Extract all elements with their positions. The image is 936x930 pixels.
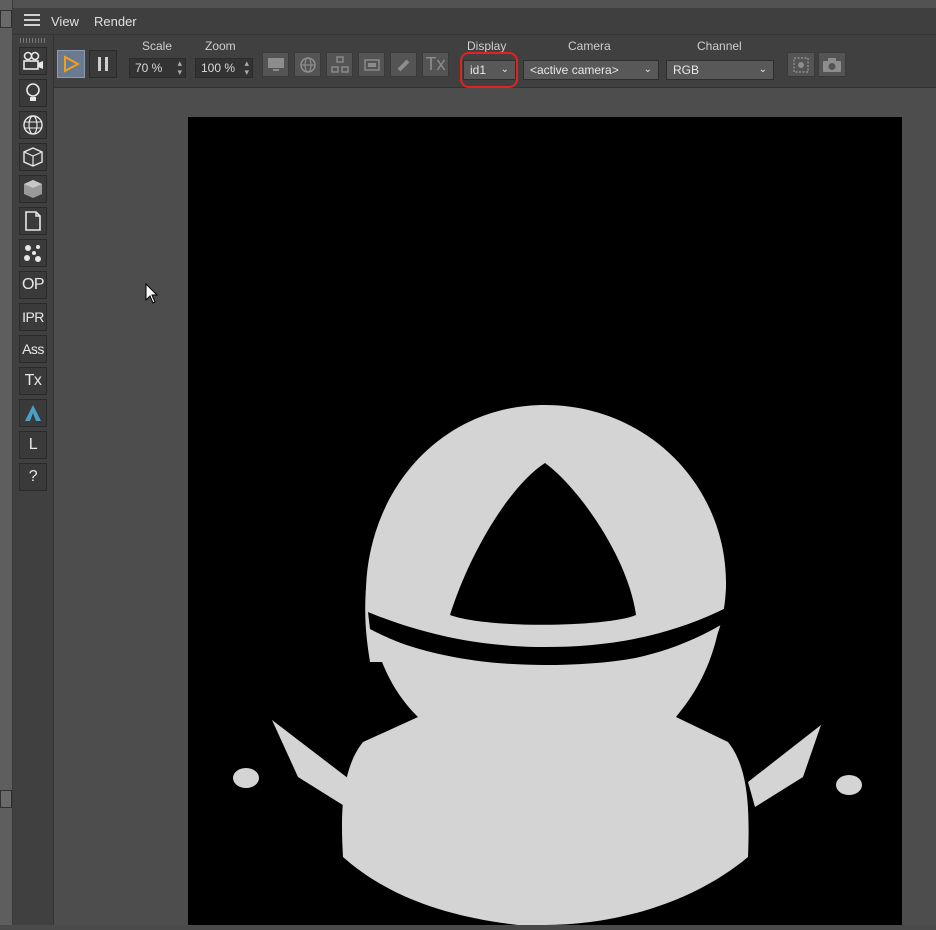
- hierarchy-button[interactable]: [326, 52, 353, 77]
- highlight-annotation: [460, 52, 518, 88]
- zoom-value: 100 %: [201, 61, 236, 75]
- arnold-logo-icon: [25, 405, 41, 421]
- hierarchy-icon: [330, 55, 349, 73]
- render-region-button[interactable]: [787, 52, 815, 77]
- dots-icon: [24, 245, 41, 262]
- scale-label: Scale: [142, 39, 173, 53]
- ass-tool[interactable]: Ass: [19, 335, 47, 363]
- movie-camera-icon: [23, 51, 43, 70]
- channel-select[interactable]: RGB ⌄: [666, 60, 774, 80]
- lightbulb-icon: [26, 83, 40, 101]
- object-tool[interactable]: [19, 143, 47, 171]
- l-tool[interactable]: L: [19, 431, 47, 459]
- window-top-edge: [0, 0, 936, 8]
- pause-icon: [98, 57, 108, 71]
- channel-label: Channel: [697, 39, 742, 53]
- ipr-camera-tool[interactable]: [19, 47, 47, 75]
- panel-edge-marker: [0, 10, 12, 28]
- snapshot-button[interactable]: [818, 52, 846, 77]
- camera-icon: [823, 57, 841, 72]
- camera-select[interactable]: <active camera> ⌄: [523, 60, 659, 80]
- scatter-tool[interactable]: [19, 239, 47, 267]
- light-tool[interactable]: [19, 79, 47, 107]
- channel-value: RGB: [673, 63, 700, 77]
- wire-cube-icon: [23, 147, 43, 167]
- tx-button[interactable]: Tx: [422, 52, 449, 77]
- chevron-down-icon: ⌄: [643, 64, 652, 75]
- display-label: Display: [467, 39, 507, 53]
- globe-icon: [23, 115, 43, 135]
- left-panel-edge: [0, 0, 13, 925]
- operator-tool[interactable]: OP: [19, 271, 47, 299]
- gear-frame-icon: [793, 56, 809, 73]
- monitor-icon: [267, 57, 284, 71]
- scale-value: 70 %: [135, 61, 163, 75]
- tx-tool[interactable]: Tx: [19, 367, 47, 395]
- pause-render-button[interactable]: [89, 50, 117, 78]
- globe-button[interactable]: [294, 52, 321, 77]
- eyedropper-icon: [397, 59, 409, 71]
- globe-icon: [299, 56, 316, 73]
- procedural-tool[interactable]: [19, 207, 47, 235]
- side-toolbar: OP IPR Ass Tx L ?: [13, 35, 54, 925]
- help-tool[interactable]: ?: [19, 463, 47, 491]
- camera-value: <active camera>: [530, 63, 619, 77]
- menu-render[interactable]: Render: [94, 14, 137, 29]
- chevron-down-icon: ⌄: [758, 64, 767, 75]
- arnold-tool[interactable]: [19, 399, 47, 427]
- zoom-spinner-icon[interactable]: ▴ ▾: [244, 59, 249, 77]
- solid-cube-icon: [24, 180, 42, 198]
- skydome-tool[interactable]: [19, 111, 47, 139]
- volume-tool[interactable]: [19, 175, 47, 203]
- zoom-field[interactable]: 100 % ▴ ▾: [195, 58, 253, 78]
- document-icon: [25, 211, 41, 231]
- hamburger-menu-icon[interactable]: [24, 14, 40, 27]
- zoom-label: Zoom: [205, 39, 236, 53]
- scale-spinner-icon[interactable]: ▴ ▾: [177, 59, 182, 77]
- monitor-display-button[interactable]: [262, 52, 289, 77]
- play-icon: [64, 55, 80, 73]
- start-render-button[interactable]: [57, 50, 85, 78]
- scale-field[interactable]: 70 % ▴ ▾: [129, 58, 186, 78]
- region-button[interactable]: [358, 52, 385, 77]
- mouse-pointer-icon: [145, 283, 159, 304]
- render-image[interactable]: [188, 117, 902, 925]
- ipr-tool[interactable]: IPR: [19, 303, 47, 331]
- menu-bar: View Render: [13, 8, 936, 35]
- render-mask-image: [233, 405, 862, 925]
- picker-button[interactable]: [390, 52, 417, 77]
- panel-edge-marker: [0, 790, 12, 808]
- camera-label: Camera: [568, 39, 611, 53]
- region-icon: [363, 58, 380, 71]
- menu-view[interactable]: View: [51, 14, 79, 29]
- toolbar-grip[interactable]: [20, 38, 46, 43]
